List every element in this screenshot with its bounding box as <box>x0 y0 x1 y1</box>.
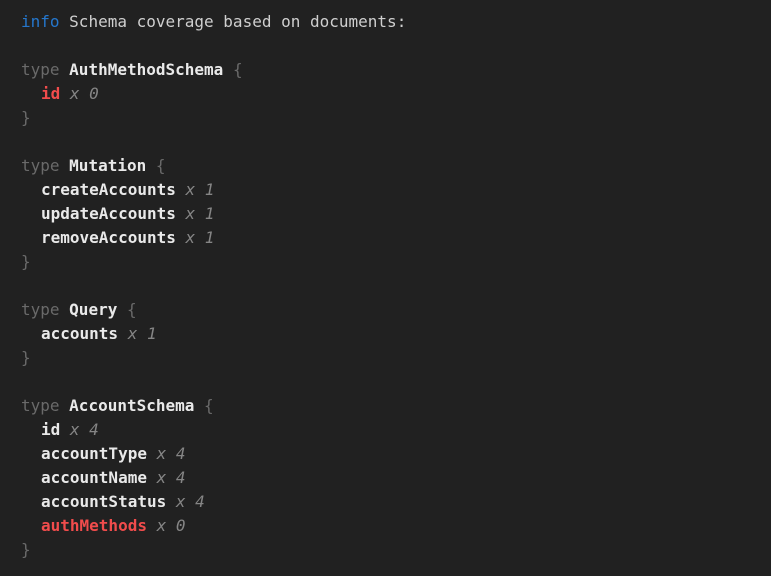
close-brace: } <box>21 108 31 127</box>
field-name: createAccounts <box>41 180 176 199</box>
field-line: updateAccounts x 1 <box>21 202 761 226</box>
field-lines: id x 0 <box>21 82 761 106</box>
field-lines: createAccounts x 1 updateAccounts x 1 re… <box>21 178 761 250</box>
field-line: id x 0 <box>21 82 761 106</box>
open-brace: { <box>233 60 243 79</box>
close-brace: } <box>21 348 31 367</box>
type-block: type AccountSchema { id x 4 accountType … <box>21 394 761 562</box>
type-name: AccountSchema <box>69 396 194 415</box>
field-count: x 4 <box>70 420 99 439</box>
field-line: accountStatus x 4 <box>21 490 761 514</box>
field-lines: accounts x 1 <box>21 322 761 346</box>
field-count: x 0 <box>70 84 99 103</box>
type-block: type Mutation { createAccounts x 1 updat… <box>21 154 761 274</box>
field-name: authMethods <box>41 516 147 535</box>
field-line: accounts x 1 <box>21 322 761 346</box>
close-brace: } <box>21 540 31 559</box>
type-keyword: type <box>21 156 60 175</box>
field-name: accountType <box>41 444 147 463</box>
type-blocks: type AuthMethodSchema { id x 0 } type Mu… <box>21 58 761 562</box>
coverage-header-line: info Schema coverage based on documents: <box>21 10 761 34</box>
open-brace: { <box>156 156 166 175</box>
field-line: createAccounts x 1 <box>21 178 761 202</box>
type-declaration-line: type Mutation { <box>21 154 761 178</box>
type-keyword: type <box>21 60 60 79</box>
open-brace: { <box>127 300 137 319</box>
type-block: type AuthMethodSchema { id x 0 } <box>21 58 761 130</box>
field-count: x 1 <box>186 180 215 199</box>
field-line: id x 4 <box>21 418 761 442</box>
field-name: accountStatus <box>41 492 166 511</box>
field-count: x 0 <box>157 516 186 535</box>
close-brace-line: } <box>21 250 761 274</box>
field-name: updateAccounts <box>41 204 176 223</box>
close-brace: } <box>21 252 31 271</box>
field-line: removeAccounts x 1 <box>21 226 761 250</box>
field-count: x 1 <box>186 204 215 223</box>
field-count: x 4 <box>157 468 186 487</box>
type-declaration-line: type Query { <box>21 298 761 322</box>
terminal-output: info Schema coverage based on documents:… <box>0 0 771 576</box>
type-declaration-line: type AuthMethodSchema { <box>21 58 761 82</box>
open-brace: { <box>204 396 214 415</box>
type-keyword: type <box>21 300 60 319</box>
field-line: accountName x 4 <box>21 466 761 490</box>
type-name: Query <box>69 300 117 319</box>
type-declaration-line: type AccountSchema { <box>21 394 761 418</box>
type-keyword: type <box>21 396 60 415</box>
field-name: accounts <box>41 324 118 343</box>
field-count: x 4 <box>157 444 186 463</box>
type-name: AuthMethodSchema <box>69 60 223 79</box>
close-brace-line: } <box>21 538 761 562</box>
field-lines: id x 4 accountType x 4 accountName x 4 a… <box>21 418 761 538</box>
field-name: accountName <box>41 468 147 487</box>
info-label: info <box>21 12 60 31</box>
field-line: accountType x 4 <box>21 442 761 466</box>
close-brace-line: } <box>21 106 761 130</box>
type-name: Mutation <box>69 156 146 175</box>
field-count: x 1 <box>128 324 157 343</box>
type-block: type Query { accounts x 1 } <box>21 298 761 370</box>
field-line: authMethods x 0 <box>21 514 761 538</box>
field-count: x 1 <box>186 228 215 247</box>
field-name: id <box>41 420 60 439</box>
close-brace-line: } <box>21 346 761 370</box>
field-count: x 4 <box>176 492 205 511</box>
field-name: removeAccounts <box>41 228 176 247</box>
coverage-header-text: Schema coverage based on documents: <box>69 12 406 31</box>
field-name: id <box>41 84 60 103</box>
